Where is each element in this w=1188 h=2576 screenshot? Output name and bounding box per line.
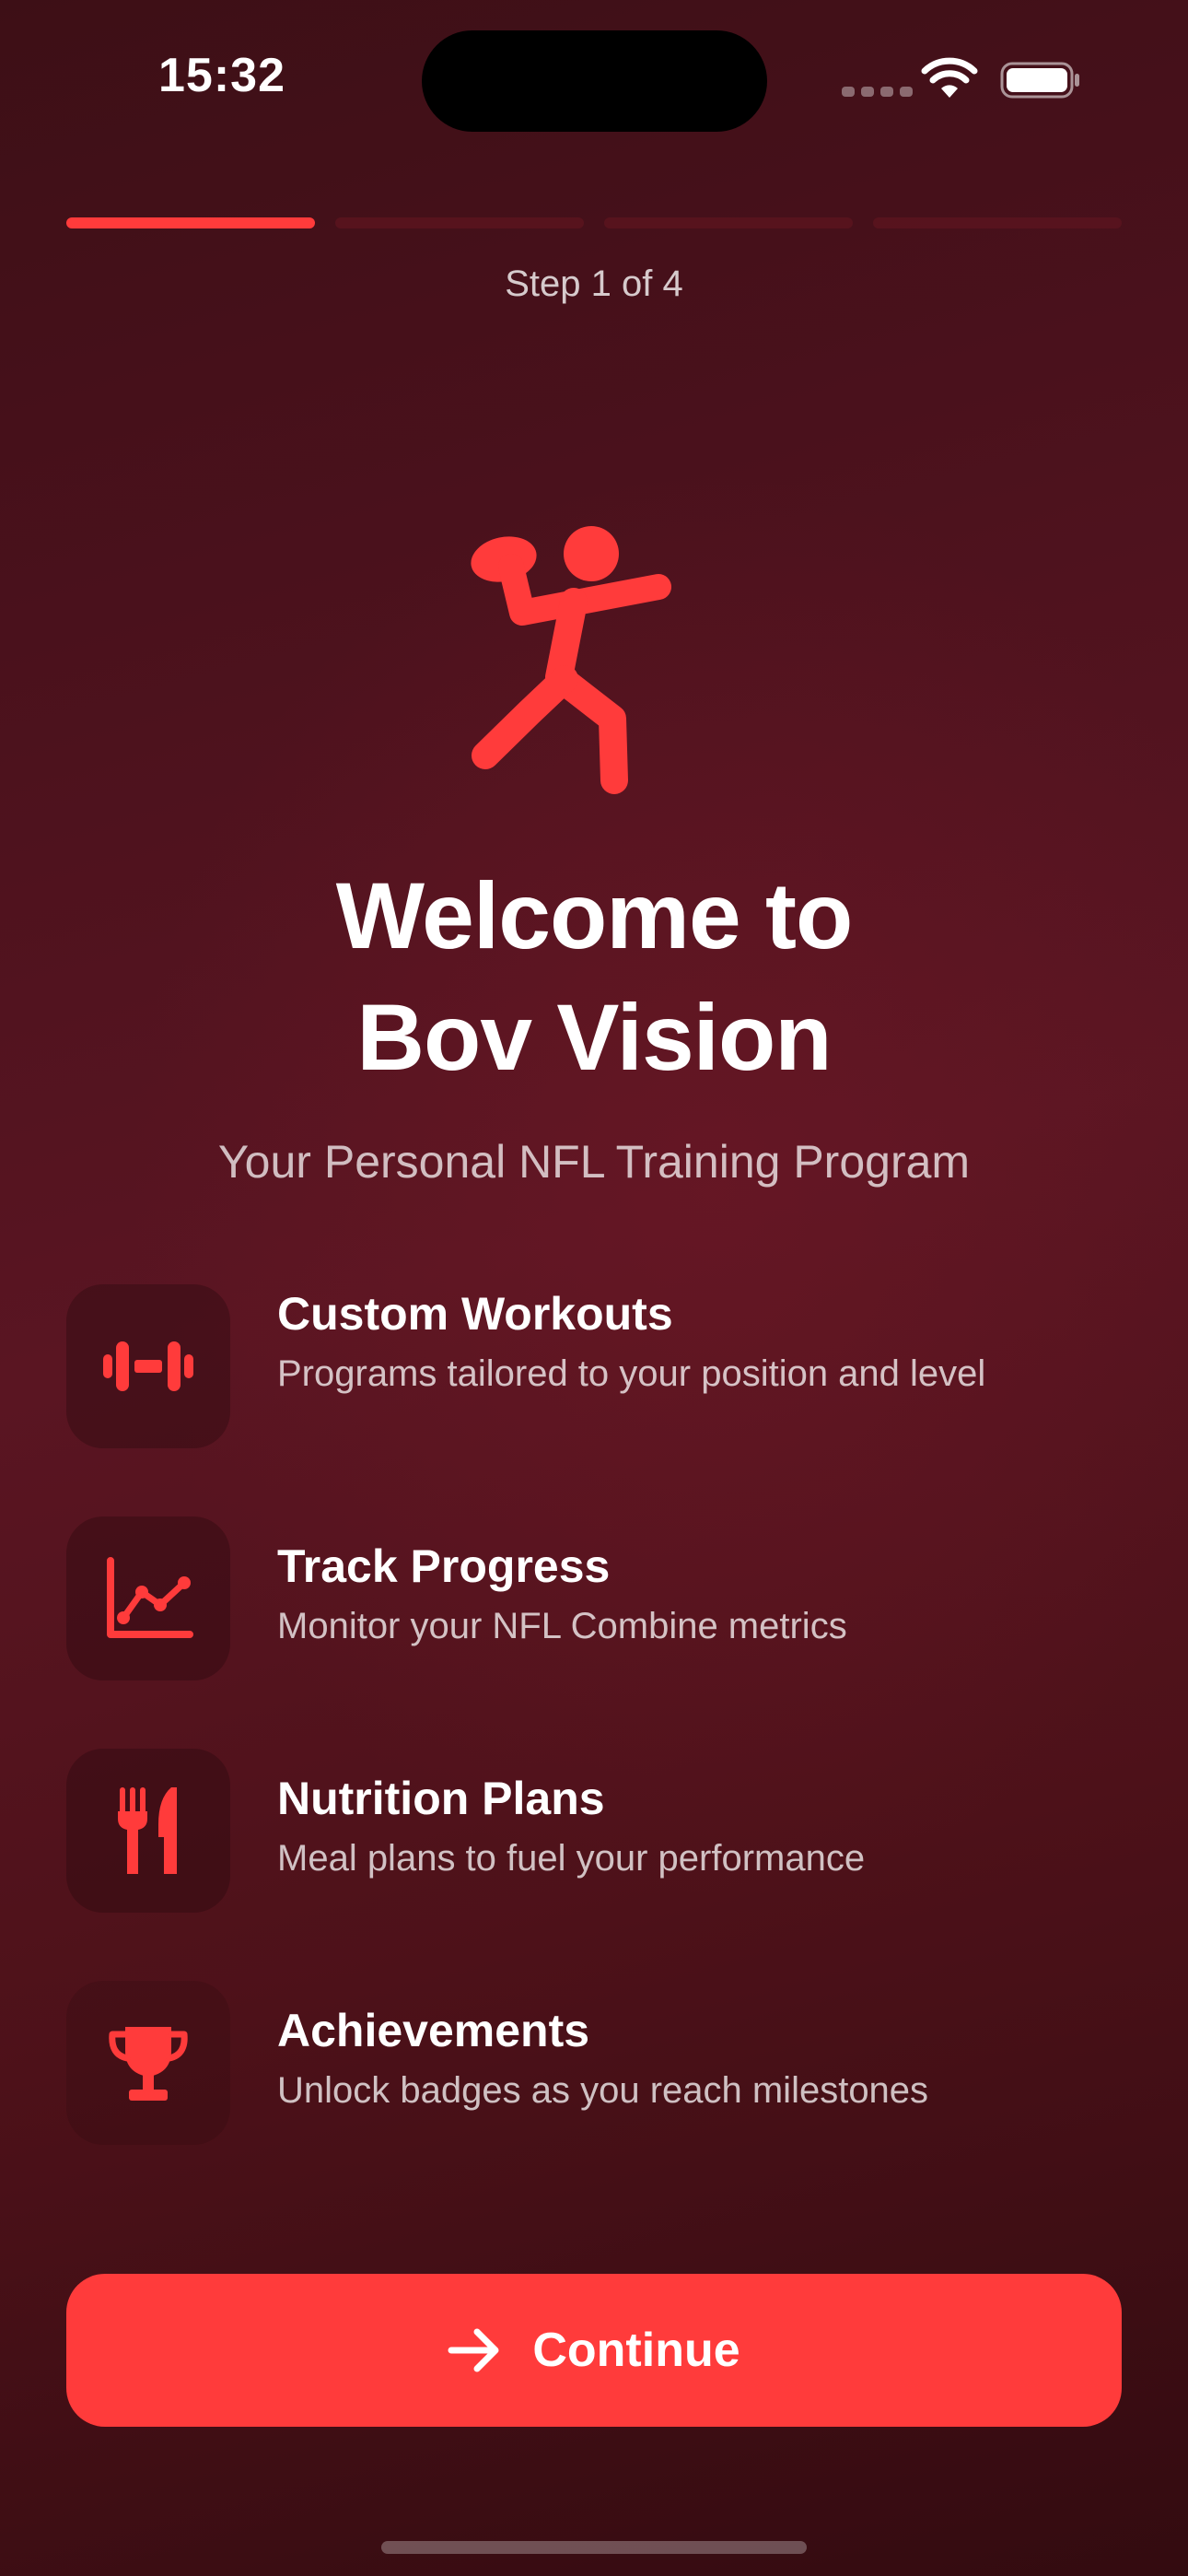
feature-description: Monitor your NFL Combine metrics — [277, 1606, 847, 1646]
welcome-title-line-1: Welcome to — [335, 863, 854, 968]
feature-title: Achievements — [277, 2005, 590, 2056]
feature-icon-tile — [66, 1516, 230, 1680]
welcome-title-line-2: Bov Vision — [356, 985, 832, 1090]
home-indicator[interactable] — [381, 2541, 807, 2554]
status-time: 15:32 — [158, 49, 285, 102]
feature-icon-tile — [66, 1981, 230, 2145]
feature-custom-workouts: Custom Workouts Programs tailored to you… — [66, 1284, 1122, 1450]
cellular-signal-icon — [842, 87, 913, 97]
step-progress-bar — [66, 217, 1122, 228]
feature-title: Track Progress — [277, 1540, 611, 1592]
chart-line-icon — [107, 1557, 193, 1638]
feature-icon-tile — [66, 1749, 230, 1913]
football-player-icon — [471, 526, 671, 794]
dumbbell-icon — [103, 1341, 193, 1391]
feature-nutrition-plans: Nutrition Plans Meal plans to fuel your … — [66, 1749, 1122, 1914]
feature-track-progress: Track Progress Monitor your NFL Combine … — [66, 1516, 1122, 1682]
wifi-icon — [921, 57, 978, 98]
continue-button[interactable]: Continue — [66, 2274, 1122, 2427]
progress-segment-3 — [604, 217, 853, 228]
progress-segment-1 — [66, 217, 315, 228]
fork-knife-icon — [118, 1787, 177, 1874]
progress-segment-4 — [873, 217, 1122, 228]
continue-button-label: Continue — [532, 2324, 740, 2377]
feature-description: Unlock badges as you reach milestones — [277, 2070, 929, 2111]
progress-segment-2 — [335, 217, 584, 228]
battery-icon — [1000, 62, 1079, 99]
arrow-right-icon — [448, 2328, 499, 2372]
feature-title: Nutrition Plans — [277, 1773, 605, 1824]
welcome-subtitle: Your Personal NFL Training Program — [217, 1136, 971, 1188]
dynamic-island — [422, 30, 767, 132]
trophy-icon — [109, 2027, 188, 2101]
feature-description: Meal plans to fuel your performance — [277, 1838, 866, 1879]
step-label: Step 1 of 4 — [505, 263, 683, 304]
feature-achievements: Achievements Unlock badges as you reach … — [66, 1981, 1122, 2147]
welcome-title: Welcome to Bov Vision — [0, 855, 1188, 1098]
feature-icon-tile — [66, 1284, 230, 1448]
feature-description: Programs tailored to your position and l… — [277, 1353, 986, 1394]
feature-title: Custom Workouts — [277, 1288, 673, 1340]
onboarding-screen: 15:32 Step 1 of 4 Welcome to Bov Vision … — [0, 0, 1188, 2576]
